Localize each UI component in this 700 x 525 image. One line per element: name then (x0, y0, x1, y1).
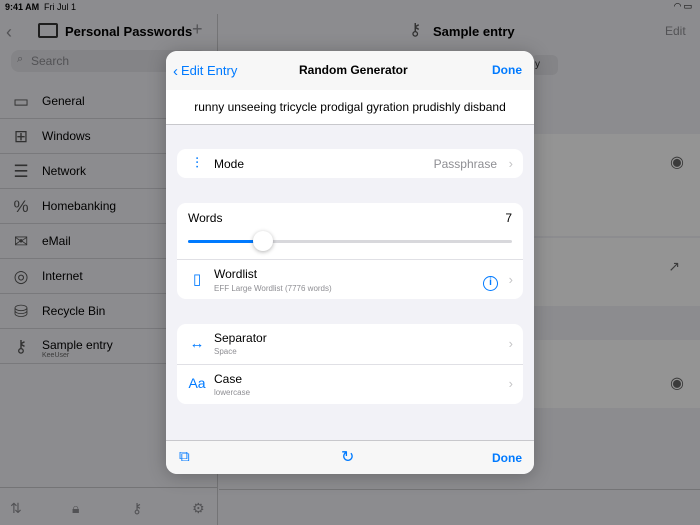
search-icon: ⌕ (17, 53, 24, 65)
info-icon[interactable]: i (483, 272, 498, 291)
gear-icon[interactable]: ⚙ (192, 500, 205, 517)
generated-password[interactable]: runny unseeing tricycle prodigal gyratio… (166, 90, 534, 125)
book-icon: ▯ (192, 271, 202, 288)
sidebar-header: ‹ Personal Passwords + (0, 14, 218, 48)
wordlist-row[interactable]: ▯ Wordlist EFF Large Wordlist (7776 word… (177, 260, 523, 299)
words-slider-thumb[interactable] (252, 231, 273, 251)
sidebar-toolbar: ⇅ 🔒︎ ⚷ ⚙ (0, 487, 218, 525)
open-link-icon[interactable]: ↗ (668, 258, 680, 275)
mode-row[interactable]: ⫶ Mode Passphrase › (177, 149, 523, 178)
add-icon[interactable]: + (192, 19, 203, 40)
windows-icon: ⊞ (13, 127, 29, 146)
folder-icon (38, 23, 58, 38)
words-slider[interactable] (188, 240, 512, 243)
percent-icon: % (13, 197, 29, 216)
segment-control[interactable]: y (531, 55, 558, 75)
sidebar-item-label: eMail (42, 234, 71, 248)
mail-icon: ✉ (13, 232, 29, 251)
status-bar: 9:41 AM Fri Jul 1 ◠ ▭ (0, 0, 700, 14)
sheet-title: Random Generator (299, 63, 408, 77)
copy-icon[interactable]: ⧉ (179, 448, 190, 465)
sheet-toolbar: ⧉ ↻ Done (166, 440, 534, 474)
sliders-icon: ⫶ (195, 155, 199, 172)
sidebar-item-label: Sample entry (42, 338, 113, 352)
case-label: Case (214, 372, 243, 386)
mode-value: Passphrase (433, 157, 497, 171)
sort-icon[interactable]: ⇅ (10, 500, 22, 517)
wordlist-sub: EFF Large Wordlist (7776 words) (214, 284, 332, 293)
words-group: Words 7 ▯ Wordlist EFF Large Wordlist (7… (177, 203, 523, 299)
words-value: 7 (505, 211, 512, 225)
sheet-header: ‹ Edit Entry Random Generator Done (166, 51, 534, 90)
search-placeholder: Search (31, 54, 70, 68)
sidebar-item-label: Windows (42, 129, 91, 143)
words-slider-fill (188, 240, 263, 243)
key-icon: ⚷ (14, 337, 28, 356)
status-time: 9:41 AM (5, 2, 40, 12)
back-label: Edit Entry (181, 63, 238, 78)
chevron-right-icon: › (508, 272, 513, 287)
wifi-battery-icon: ◠ ▭ (674, 1, 692, 11)
regenerate-icon[interactable]: ↻ (341, 447, 354, 467)
sidebar-item-label: Recycle Bin (42, 304, 106, 318)
eye-icon[interactable]: ◉ (670, 373, 684, 393)
sidebar-item-label: Network (42, 164, 87, 178)
sidebar-item-label: Homebanking (42, 199, 117, 213)
back-button[interactable]: ‹ Edit Entry (173, 62, 238, 80)
sidebar-item-label: General (42, 94, 85, 108)
network-icon: ☰ (13, 162, 29, 181)
folder-icon: ▭ (12, 92, 30, 111)
chevron-right-icon: › (508, 156, 513, 171)
words-label: Words (188, 211, 223, 225)
sidebar-item-sub: KeeUser (42, 352, 70, 359)
key-tools-icon[interactable]: ⚷ (132, 500, 142, 517)
arrows-horizontal-icon: ↔ (189, 335, 205, 352)
case-sub: lowercase (214, 388, 251, 397)
edit-button[interactable]: Edit (665, 24, 686, 38)
random-generator-sheet: ‹ Edit Entry Random Generator Done runny … (166, 51, 534, 474)
chevron-right-icon: › (508, 336, 513, 351)
mode-group: ⫶ Mode Passphrase › (177, 149, 523, 178)
status-date: Fri Jul 1 (44, 2, 77, 12)
sidebar-title: Personal Passwords (65, 24, 193, 39)
separator-row[interactable]: ↔ Separator Space › (177, 324, 523, 364)
sidebar-item-label: Internet (42, 269, 83, 283)
wordlist-label: Wordlist (214, 267, 258, 281)
separator-sub: Space (214, 347, 237, 356)
chevron-right-icon: › (508, 376, 513, 391)
text-case-icon: Aa (188, 375, 206, 391)
database-icon: ⛁ (13, 302, 29, 321)
detail-toolbar (219, 489, 700, 525)
globe-icon: ◎ (13, 267, 29, 286)
words-row: Words 7 (177, 203, 523, 259)
case-row[interactable]: Aa Case lowercase › (177, 365, 523, 404)
back-chevron-icon[interactable]: ‹ (6, 22, 12, 43)
lock-icon[interactable]: 🔒︎ (72, 500, 79, 517)
detail-title: Sample entry (433, 24, 515, 39)
chevron-left-icon: ‹ (173, 63, 178, 80)
mode-label: Mode (214, 157, 245, 171)
format-group: ↔ Separator Space › Aa Case lowercase › (177, 324, 523, 404)
separator-label: Separator (214, 331, 267, 345)
done-button[interactable]: Done (492, 63, 522, 77)
eye-icon[interactable]: ◉ (670, 152, 684, 172)
key-icon: ⚷ (409, 20, 422, 39)
toolbar-done-button[interactable]: Done (492, 451, 522, 465)
